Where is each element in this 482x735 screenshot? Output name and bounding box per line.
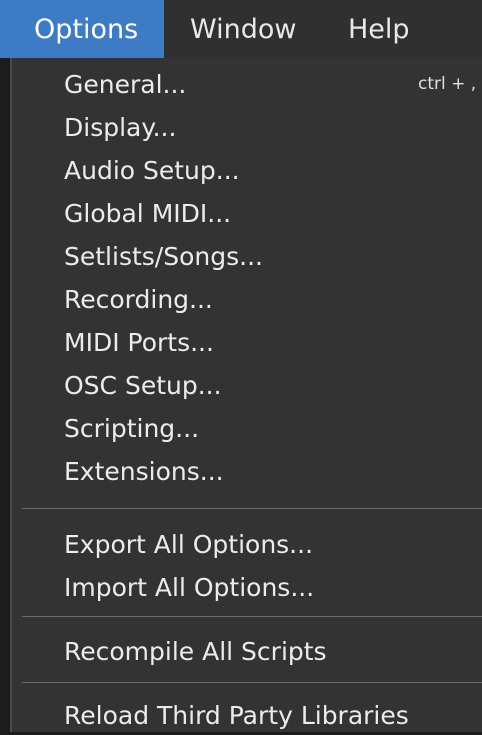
menu-item-audio-setup[interactable]: Audio Setup... <box>12 150 482 190</box>
menu-help[interactable]: Help <box>322 0 482 58</box>
menu-item-label: Global MIDI... <box>64 198 232 228</box>
menu-item-label: Recompile All Scripts <box>64 636 327 666</box>
menu-item-label: General... <box>64 69 187 99</box>
menu-item-scripting[interactable]: Scripting... <box>12 408 482 448</box>
menu-item-label: Setlists/Songs... <box>64 241 263 271</box>
menu-item-label: Scripting... <box>64 413 200 443</box>
menu-item-midi-ports[interactable]: MIDI Ports... <box>12 322 482 362</box>
menu-item-label: MIDI Ports... <box>64 327 214 357</box>
menu-options[interactable]: Options <box>0 0 164 58</box>
menu-item-label: Extensions... <box>64 456 224 486</box>
options-dropdown-menu: General... ctrl + , Display... Audio Set… <box>10 58 482 732</box>
menu-item-display[interactable]: Display... <box>12 107 482 147</box>
menu-item-osc-setup[interactable]: OSC Setup... <box>12 365 482 405</box>
menu-item-import-all-options[interactable]: Import All Options... <box>12 567 482 607</box>
menu-bar: Options Window Help <box>0 0 482 58</box>
menu-item-export-all-options[interactable]: Export All Options... <box>12 524 482 564</box>
menu-item-extensions[interactable]: Extensions... <box>12 451 482 491</box>
menu-item-label: OSC Setup... <box>64 370 222 400</box>
shortcut-label: ctrl + , <box>418 74 477 94</box>
menu-window[interactable]: Window <box>164 0 322 58</box>
menu-item-global-midi[interactable]: Global MIDI... <box>12 193 482 233</box>
menu-item-label: Display... <box>64 112 177 142</box>
menu-item-label: Import All Options... <box>64 572 315 602</box>
menu-item-label: Recording... <box>64 284 213 314</box>
menu-item-general[interactable]: General... ctrl + , <box>12 64 482 104</box>
menu-item-setlists-songs[interactable]: Setlists/Songs... <box>12 236 482 276</box>
menu-item-reload-third-party-libraries[interactable]: Reload Third Party Libraries <box>12 695 482 735</box>
menu-separator <box>22 616 482 617</box>
menu-item-label: Reload Third Party Libraries <box>64 700 409 730</box>
menu-separator <box>22 508 482 509</box>
menu-separator <box>22 682 482 683</box>
menu-item-recording[interactable]: Recording... <box>12 279 482 319</box>
menu-item-label: Audio Setup... <box>64 155 240 185</box>
menu-item-label: Export All Options... <box>64 529 314 559</box>
menu-item-recompile-all-scripts[interactable]: Recompile All Scripts <box>12 631 482 671</box>
